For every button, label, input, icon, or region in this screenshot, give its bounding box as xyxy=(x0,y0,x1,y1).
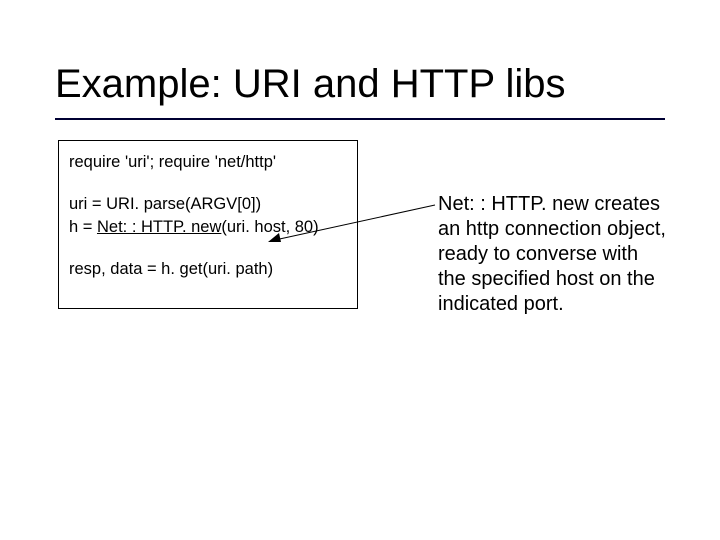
code-line-1: require 'uri'; require 'net/http' xyxy=(69,151,347,173)
slide-title: Example: URI and HTTP libs xyxy=(55,62,566,107)
code-line-3-method: Net: : HTTP. new xyxy=(97,218,221,236)
annotation-text: Net: : HTTP. new creates an http connect… xyxy=(438,192,668,317)
code-line-4: resp, data = h. get(uri. path) xyxy=(69,258,347,280)
code-line-3: h = Net: : HTTP. new(uri. host, 80) xyxy=(69,216,347,238)
code-line-2: uri = URI. parse(ARGV[0]) xyxy=(69,193,347,215)
code-line-3-prefix: h = xyxy=(69,218,97,236)
title-underline xyxy=(55,118,665,120)
annotation-lead: Net: : HTTP. new xyxy=(438,193,589,215)
code-line-3-suffix: (uri. host, 80) xyxy=(221,218,318,236)
code-box: require 'uri'; require 'net/http' uri = … xyxy=(58,140,358,309)
